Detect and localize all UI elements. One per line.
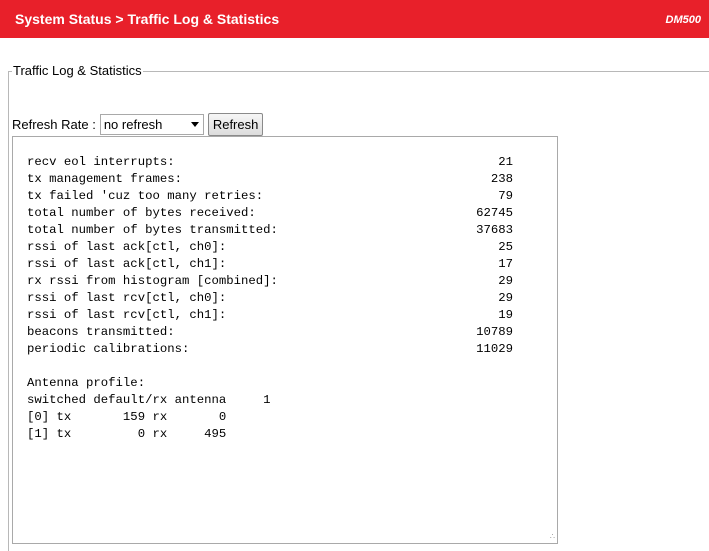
page-header: System Status > Traffic Log & Statistics… — [0, 0, 709, 38]
log-stat-label: tx failed 'cuz too many retries: — [27, 189, 264, 203]
log-stat-line: total number of bytes transmitted: 37683 — [27, 222, 513, 239]
log-stat-line: recv eol interrupts: 21 — [27, 154, 513, 171]
log-stat-value: 62745 — [476, 206, 513, 220]
log-stat-value: 79 — [498, 189, 513, 203]
antenna-profile-line: [1] tx 0 rx 495 — [27, 427, 227, 441]
resize-grip-icon[interactable]: ∴ — [550, 533, 555, 541]
fieldset-legend: Traffic Log & Statistics — [12, 63, 143, 78]
log-stat-value: 19 — [498, 308, 513, 322]
log-stat-line: rx rssi from histogram [combined]: 29 — [27, 273, 513, 290]
page-title: System Status > Traffic Log & Statistics — [15, 11, 280, 27]
log-stat-value: 21 — [498, 155, 513, 169]
refresh-rate-selected-value: no refresh — [103, 116, 163, 132]
traffic-log-textarea[interactable]: recv eol interrupts: 21 tx management fram… — [12, 136, 558, 544]
log-stat-label: periodic calibrations: — [27, 342, 190, 356]
log-stat-label: rssi of last rcv[ctl, ch0]: — [27, 291, 227, 305]
log-stat-label: rssi of last ack[ctl, ch0]: — [27, 240, 227, 254]
antenna-profile-heading: Antenna profile: — [27, 376, 146, 390]
log-stat-label: recv eol interrupts: — [27, 155, 175, 169]
antenna-profile-line: [0] tx 159 rx 0 — [27, 410, 227, 424]
log-stat-label: rssi of last rcv[ctl, ch1]: — [27, 308, 227, 322]
log-stat-value: 37683 — [476, 223, 513, 237]
log-stat-label: rx rssi from histogram [combined]: — [27, 274, 278, 288]
log-stat-value: 29 — [498, 291, 513, 305]
log-stat-label: total number of bytes transmitted: — [27, 223, 278, 237]
log-stat-line: rssi of last ack[ctl, ch0]: 25 — [27, 239, 513, 256]
chevron-down-icon — [190, 121, 199, 127]
refresh-controls: Refresh Rate : no refresh Refresh — [12, 112, 264, 136]
log-stat-label: rssi of last ack[ctl, ch1]: — [27, 257, 227, 271]
log-stat-line: tx management frames: 238 — [27, 171, 513, 188]
log-stat-line: rssi of last rcv[ctl, ch1]: 19 — [27, 307, 513, 324]
log-stat-value: 25 — [498, 240, 513, 254]
log-stat-label: tx management frames: — [27, 172, 182, 186]
log-stat-line: beacons transmitted: 10789 — [27, 324, 513, 341]
log-stat-line: total number of bytes received: 62745 — [27, 205, 513, 222]
log-stat-line: rssi of last rcv[ctl, ch0]: 29 — [27, 290, 513, 307]
log-stat-value: 11029 — [476, 342, 513, 356]
log-stat-value: 238 — [490, 172, 513, 186]
log-stat-line: periodic calibrations: 11029 — [27, 341, 513, 358]
device-model: DM500 — [665, 14, 701, 26]
refresh-rate-label: Refresh Rate : — [12, 116, 96, 132]
log-stat-label: beacons transmitted: — [27, 325, 175, 339]
log-stat-value: 17 — [498, 257, 513, 271]
refresh-button[interactable]: Refresh — [207, 112, 264, 136]
refresh-rate-select[interactable]: no refresh — [99, 113, 204, 135]
log-stat-label: total number of bytes received: — [27, 206, 256, 220]
antenna-profile-line: switched default/rx antenna 1 — [27, 393, 271, 407]
log-stat-line: tx failed 'cuz too many retries: 79 — [27, 188, 513, 205]
log-stat-line: rssi of last ack[ctl, ch1]: 17 — [27, 256, 513, 273]
log-stat-value: 29 — [498, 274, 513, 288]
log-stat-value: 10789 — [476, 325, 513, 339]
